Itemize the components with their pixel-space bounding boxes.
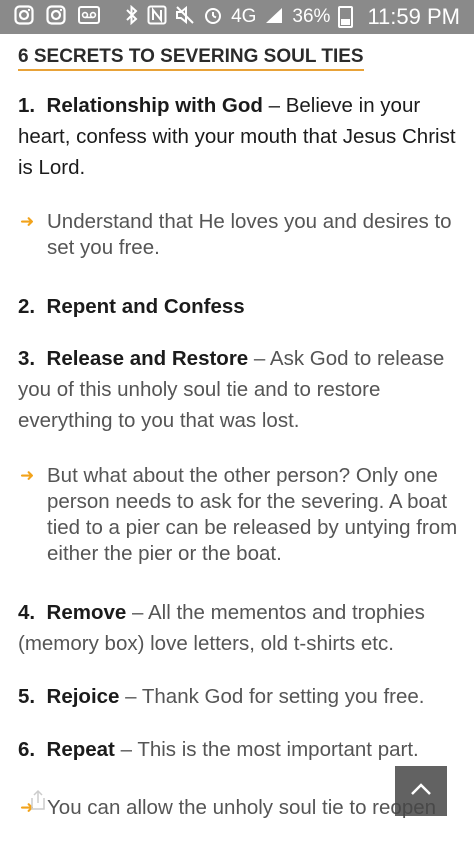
scroll-to-top-button[interactable]: [395, 766, 447, 816]
status-bar: 4G 36% 11:59 PM: [0, 0, 474, 34]
voicemail-icon: [78, 6, 100, 28]
item-label: Remove: [46, 601, 127, 624]
item-dash: –: [131, 601, 144, 624]
item-dash: –: [268, 94, 281, 117]
item-number: 5.: [18, 685, 36, 708]
item-number: 3.: [18, 347, 36, 370]
instagram-icon: [14, 5, 34, 29]
share-icon[interactable]: [28, 789, 48, 817]
network-type: 4G: [231, 6, 257, 27]
status-right: 4G 36% 11:59 PM: [125, 4, 460, 30]
item-number: 1.: [18, 94, 36, 117]
battery-icon: [338, 6, 354, 28]
bullet-item: ➜ Understand that He loves you and desir…: [18, 209, 458, 261]
item-label: Release and Restore: [46, 347, 249, 370]
status-left: [14, 5, 100, 29]
item-label: Repent and Confess: [46, 295, 245, 318]
bullet-item: ➜ But what about the other person? Only …: [18, 463, 458, 567]
arrow-right-icon: ➜: [20, 212, 35, 231]
mute-icon: [175, 5, 195, 29]
item-number: 2.: [18, 295, 36, 318]
bullet-text: But what about the other person? Only on…: [47, 464, 458, 565]
item-label: Rejoice: [46, 685, 120, 708]
nfc-icon: [147, 5, 167, 29]
item-description: This is the most important part.: [137, 738, 419, 761]
item-dash: –: [125, 685, 137, 708]
item-description: Thank God for setting you free.: [141, 685, 425, 708]
item-dash: –: [253, 347, 266, 370]
item-number: 6.: [18, 738, 36, 761]
article-content: 6 SECRETS TO SEVERING SOUL TIES 1. Relat…: [18, 46, 458, 821]
article-title: 6 SECRETS TO SEVERING SOUL TIES: [18, 46, 364, 71]
item-dash: –: [120, 738, 132, 761]
battery-percent: 36%: [292, 6, 331, 27]
bullet-item: ➜ You can allow the unholy soul tie to r…: [18, 795, 458, 821]
item-number: 4.: [18, 601, 36, 624]
list-item: 1. Relationship with God – Believe in yo…: [18, 90, 458, 183]
list-item: 2. Repent and Confess: [18, 291, 458, 322]
arrow-right-icon: ➜: [20, 466, 35, 485]
bullet-text: You can allow the unholy soul tie to reo…: [47, 796, 437, 819]
alarm-icon: [203, 5, 223, 29]
item-label: Relationship with God: [46, 94, 263, 117]
instagram-icon: [46, 5, 66, 29]
bluetooth-icon: [125, 4, 139, 29]
signal-icon: [264, 6, 284, 28]
list-item: 4. Remove – All the mementos and trophie…: [18, 597, 458, 659]
list-item: 5. Rejoice – Thank God for setting you f…: [18, 681, 458, 712]
item-label: Repeat: [46, 738, 115, 761]
list-item: 6. Repeat – This is the most important p…: [18, 734, 458, 765]
list-item: 3. Release and Restore – Ask God to rele…: [18, 343, 458, 436]
chevron-up-icon: [409, 781, 433, 802]
clock: 11:59 PM: [367, 4, 460, 29]
bullet-text: Understand that He loves you and desires…: [47, 210, 452, 259]
